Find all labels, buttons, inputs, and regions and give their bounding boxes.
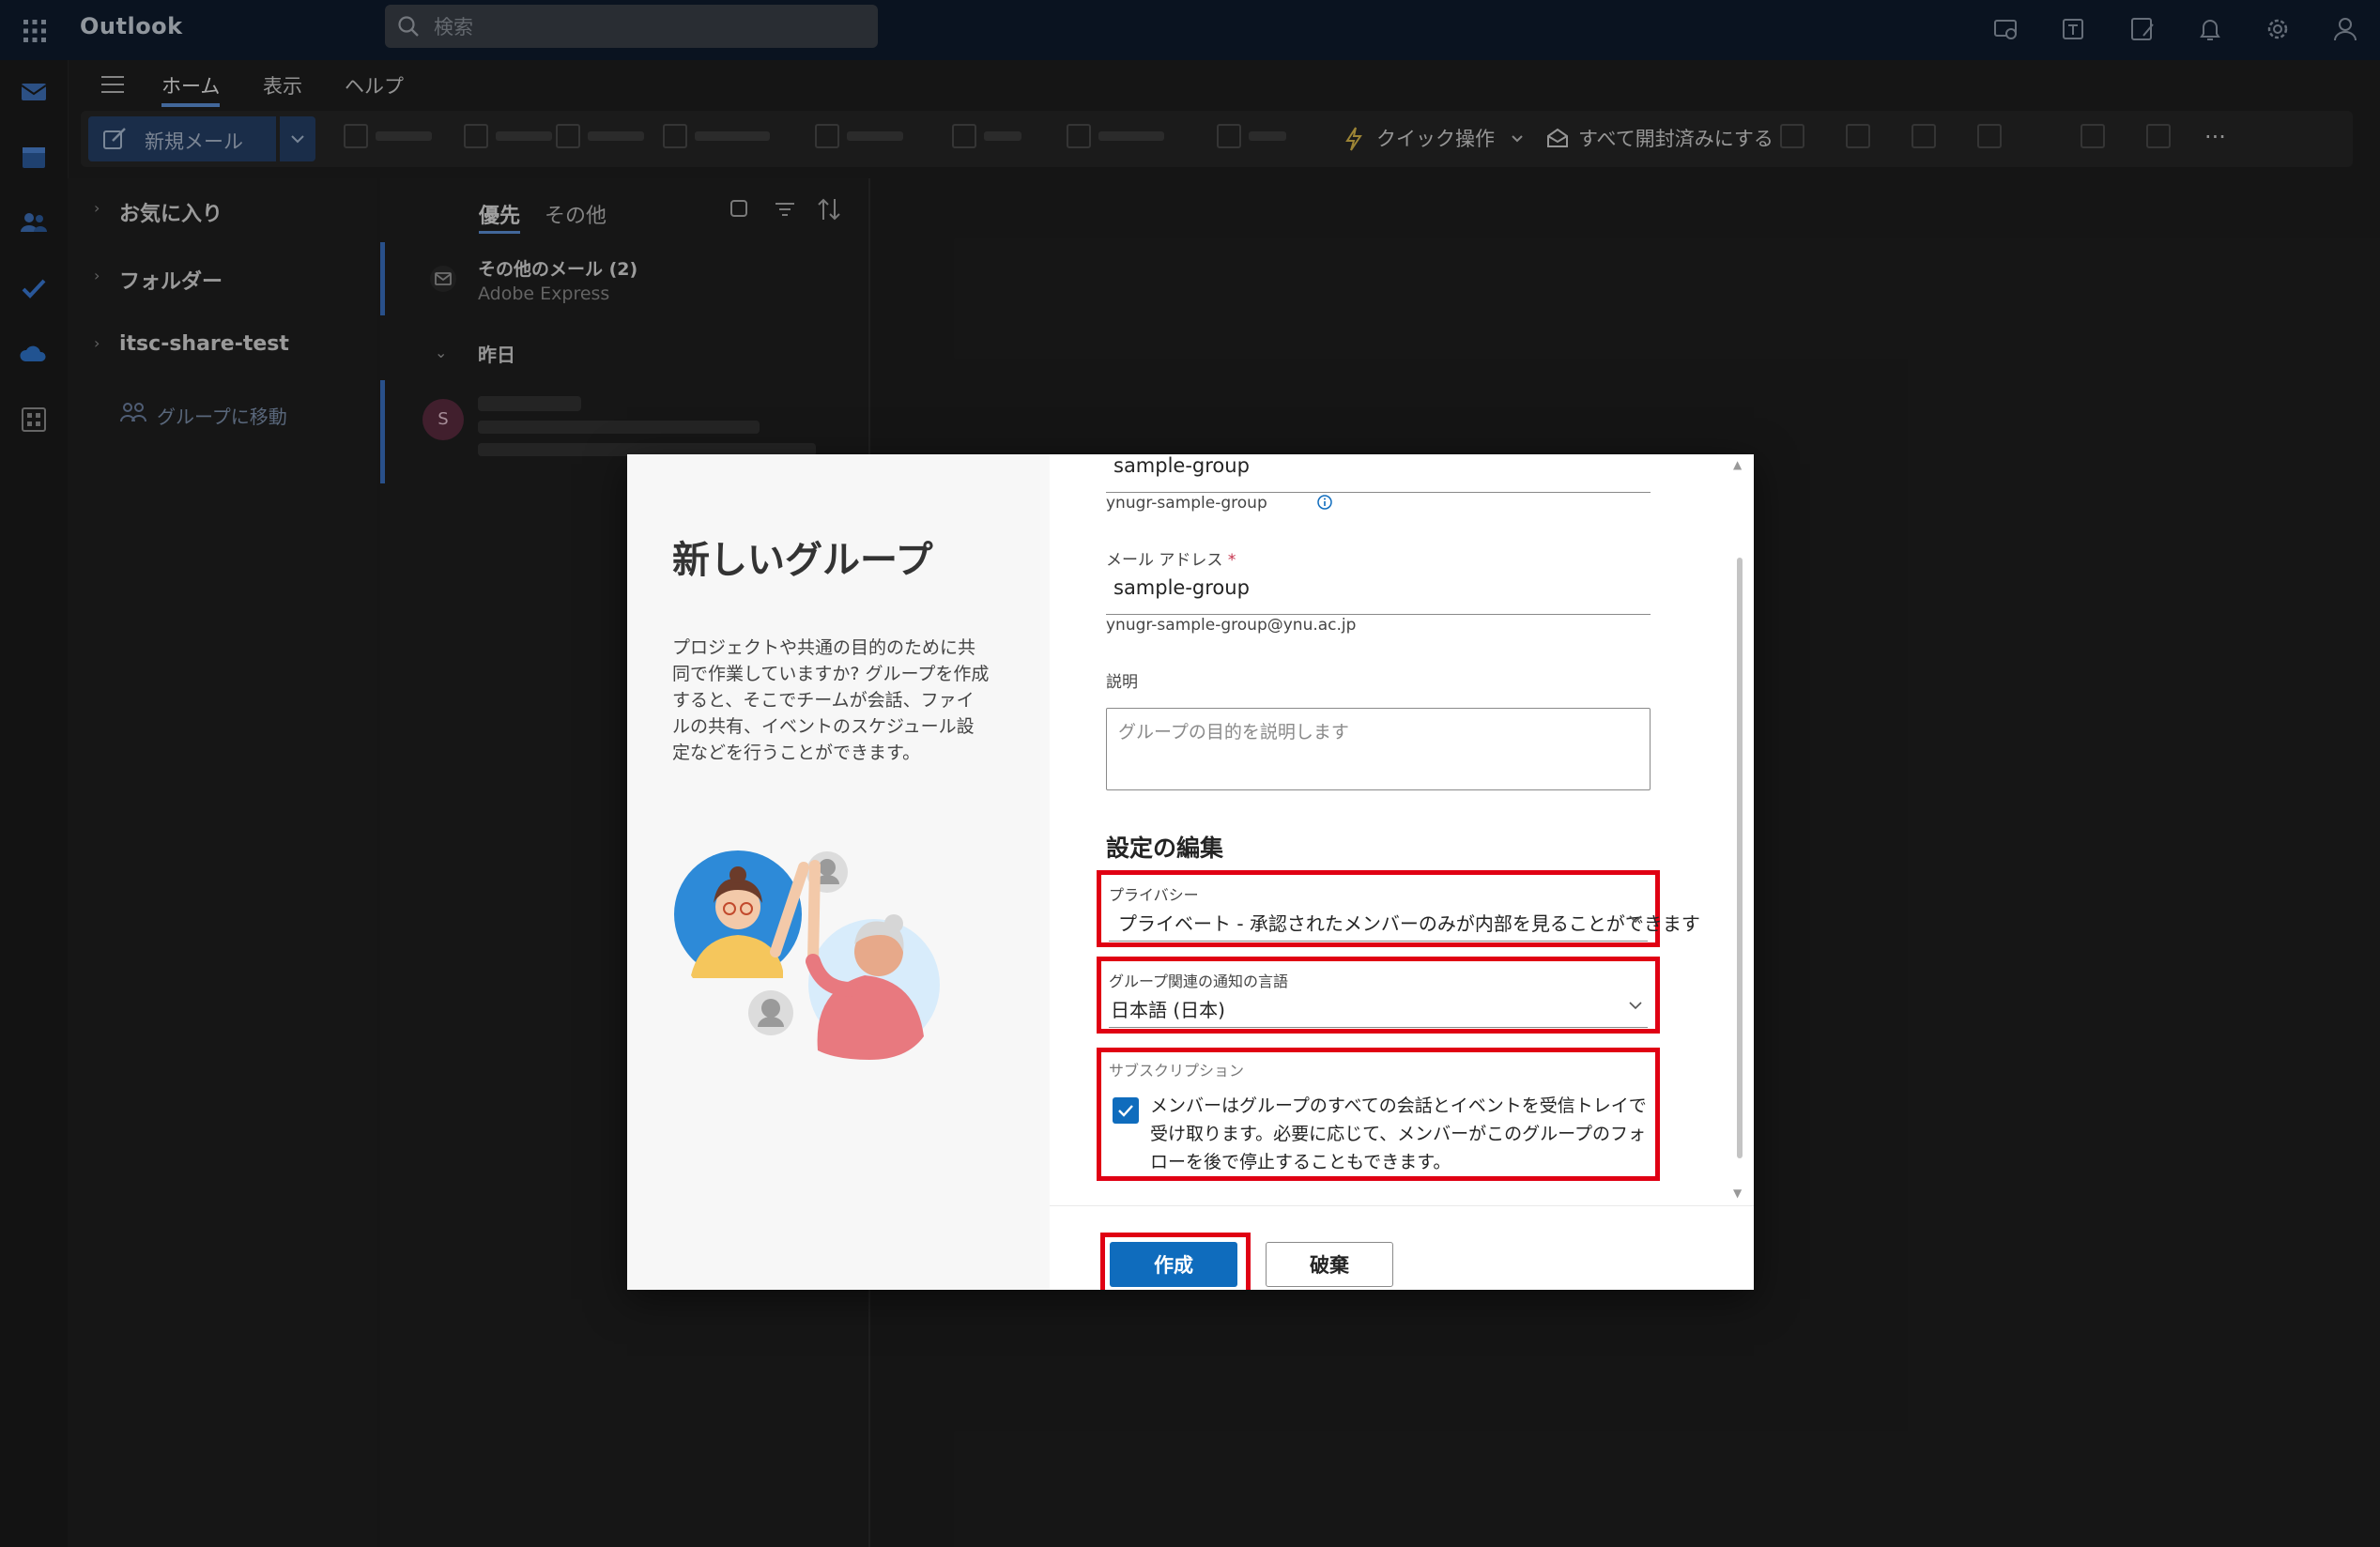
subscription-text: メンバーはグループのすべての会話とイベントを受信トレイで受け取ります。必要に応じ…: [1150, 1095, 1647, 1172]
scroll-up-arrow-icon[interactable]: ▲: [1733, 458, 1742, 471]
language-dropdown[interactable]: 日本語 (日本): [1109, 993, 1648, 1028]
settings-heading: 設定の編集: [1106, 835, 1224, 862]
group-name-value[interactable]: sample-group: [1113, 454, 1250, 477]
group-name-helper: ynugr-sample-group: [1106, 494, 1267, 513]
chevron-down-icon: [1627, 997, 1644, 1014]
privacy-label: プライバシー: [1109, 886, 1199, 904]
info-icon[interactable]: [1316, 494, 1333, 511]
subscription-label: サブスクリプション: [1109, 1062, 1245, 1080]
subscription-highlight: サブスクリプション メンバーはグループのすべての会話とイベントを受信トレイで受け…: [1097, 1048, 1660, 1181]
language-value: 日本語 (日本): [1111, 999, 1225, 1021]
email-label: メール アドレス *: [1106, 551, 1236, 570]
scrollbar-thumb[interactable]: [1737, 558, 1743, 1158]
required-mark: *: [1227, 551, 1236, 570]
scroll-down-arrow-icon[interactable]: ▼: [1733, 1187, 1742, 1200]
dialog-intro-panel: 新しいグループ プロジェクトや共通の目的のために共同で作業していますか? グルー…: [627, 454, 1050, 1290]
dialog-footer: 作成 破棄: [1050, 1205, 1754, 1290]
chevron-down-icon: [1627, 911, 1644, 927]
discard-button[interactable]: 破棄: [1266, 1242, 1393, 1287]
privacy-dropdown[interactable]: プライベート - 承認されたメンバーのみが内部を見ることができます: [1109, 907, 1700, 942]
dialog-form: sample-group ynugr-sample-group メール アドレス…: [1050, 454, 1754, 1205]
group-illustration: [672, 849, 963, 1065]
new-group-dialog: 新しいグループ プロジェクトや共通の目的のために共同で作業していますか? グルー…: [627, 454, 1754, 1290]
email-helper: ynugr-sample-group@ynu.ac.jp: [1106, 616, 1357, 635]
email-field[interactable]: sample-group: [1113, 576, 1250, 599]
description-label: 説明: [1106, 673, 1138, 692]
dialog-title: 新しいグループ: [672, 539, 933, 582]
privacy-value: プライベート - 承認されたメンバーのみが内部を見ることができます: [1118, 912, 1700, 935]
dialog-description: プロジェクトや共通の目的のために共同で作業していますか? グループを作成すると、…: [672, 637, 990, 763]
create-button[interactable]: 作成: [1110, 1242, 1237, 1287]
checkmark-icon: [1118, 1105, 1133, 1117]
language-label: グループ関連の通知の言語: [1109, 973, 1289, 990]
description-textarea[interactable]: [1106, 708, 1651, 790]
subscription-checkbox[interactable]: [1113, 1097, 1139, 1124]
language-highlight: グループ関連の通知の言語 日本語 (日本): [1097, 957, 1660, 1034]
privacy-highlight: プライバシー プライベート - 承認されたメンバーのみが内部を見ることができます: [1097, 870, 1700, 947]
